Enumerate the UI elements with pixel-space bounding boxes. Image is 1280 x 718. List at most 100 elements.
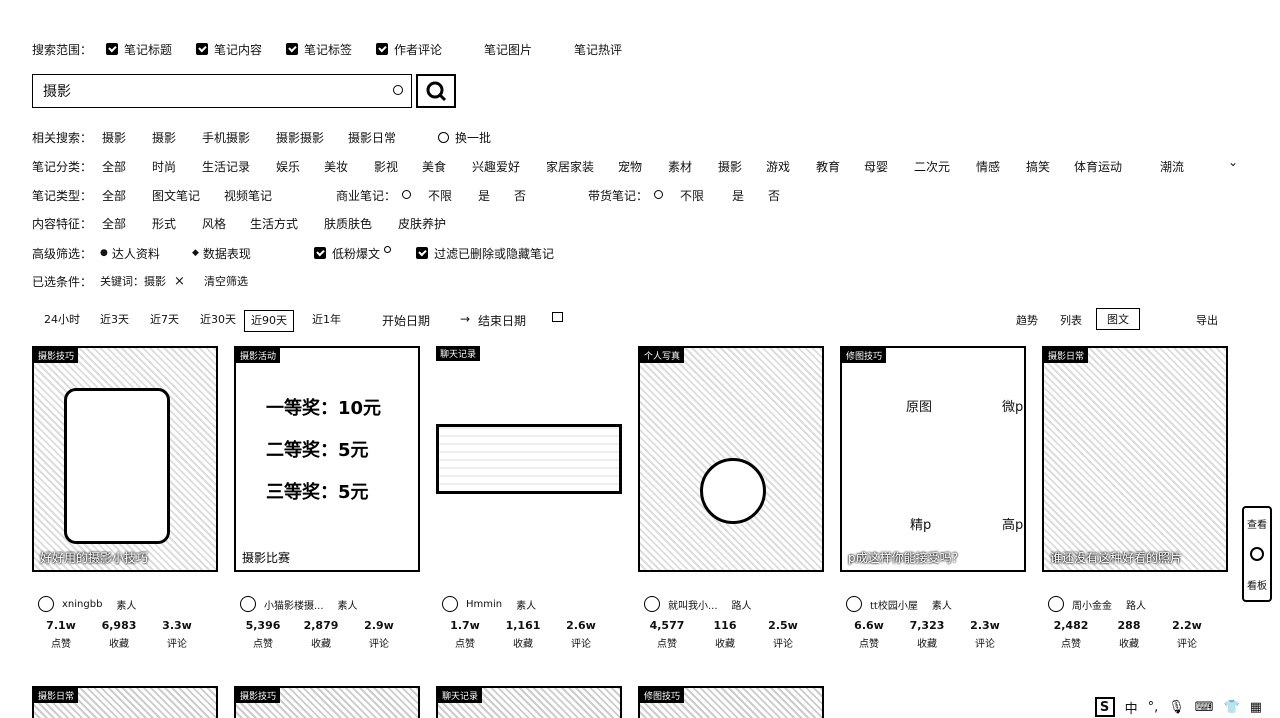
category-item[interactable]: 全部: [102, 158, 126, 175]
feature-item[interactable]: 形式: [152, 215, 176, 232]
author-info[interactable]: tt校园小屋 素人: [846, 596, 952, 612]
microphone-icon[interactable]: 🎙: [1168, 700, 1185, 715]
category-item[interactable]: 家居家装: [546, 158, 594, 175]
scope-title-checkbox[interactable]: 笔记标题: [106, 41, 172, 58]
view-trend-button[interactable]: 趋势: [1016, 312, 1038, 328]
note-thumbnail[interactable]: 聊天记录: [436, 686, 622, 718]
scope-content-checkbox[interactable]: 笔记内容: [196, 41, 262, 58]
note-thumbnail[interactable]: 摄影日常: [32, 686, 218, 718]
goods-option[interactable]: 是: [732, 187, 744, 204]
time-tab[interactable]: 近1年: [306, 310, 347, 330]
commercial-option[interactable]: 否: [514, 187, 526, 204]
feature-item[interactable]: 皮肤养护: [398, 215, 446, 232]
scope-hot-comment-option[interactable]: 笔记热评: [574, 41, 622, 58]
time-tab[interactable]: 近7天: [144, 310, 185, 330]
start-date-input[interactable]: 开始日期: [382, 312, 430, 329]
side-tool-board[interactable]: 看板: [1247, 577, 1267, 592]
related-item[interactable]: 摄影: [102, 129, 126, 146]
export-button[interactable]: 导出: [1196, 312, 1218, 328]
search-button[interactable]: [416, 74, 456, 108]
related-item[interactable]: 摄影日常: [348, 129, 396, 146]
category-item[interactable]: 兴趣爱好: [472, 158, 520, 175]
view-grid-button[interactable]: 图文: [1096, 308, 1140, 330]
feature-item[interactable]: 生活方式: [250, 215, 298, 232]
note-thumbnail[interactable]: 个人写真: [638, 346, 824, 572]
refresh-button[interactable]: 换一批: [438, 129, 491, 146]
category-item[interactable]: 潮流: [1160, 158, 1184, 175]
side-toolbar[interactable]: 查看 看板: [1242, 506, 1272, 602]
category-item[interactable]: 影视: [374, 158, 398, 175]
note-thumbnail[interactable]: 摄影日常 谁还没有这种好看的照片: [1042, 346, 1228, 572]
author-info[interactable]: xningbb 素人: [38, 596, 136, 612]
goods-option[interactable]: 否: [768, 187, 780, 204]
note-card[interactable]: 修图技巧 原图 微p 精p 高p p成这样你能接受吗？ tt校园小屋 素人 6.6…: [840, 346, 1026, 650]
time-tab[interactable]: 近3天: [94, 310, 135, 330]
category-item[interactable]: 生活记录: [202, 158, 250, 175]
category-item[interactable]: 二次元: [914, 158, 950, 175]
time-tab-active[interactable]: 近90天: [244, 310, 294, 332]
clear-icon[interactable]: [393, 85, 403, 95]
author-info[interactable]: 周小金金 路人: [1048, 596, 1146, 612]
note-thumbnail[interactable]: 修图技巧 原图 微p 精p 高p p成这样你能接受吗？: [840, 346, 1026, 572]
talent-filter[interactable]: ● 达人资料: [100, 245, 160, 262]
clear-filter-button[interactable]: 清空筛选: [204, 273, 248, 289]
related-item[interactable]: 摄影摄影: [276, 129, 324, 146]
feature-item[interactable]: 肤质肤色: [324, 215, 372, 232]
type-item[interactable]: 视频笔记: [224, 187, 272, 204]
search-input[interactable]: 摄影: [32, 74, 412, 108]
type-item[interactable]: 全部: [102, 187, 126, 204]
ime-lang-toggle[interactable]: 中: [1125, 698, 1138, 717]
ime-toolbar[interactable]: S 中 °, 🎙 ⌨ 👕 ▦: [1094, 696, 1262, 718]
note-thumbnail[interactable]: 聊天记录: [436, 346, 622, 572]
grid-icon[interactable]: ▦: [1250, 700, 1262, 715]
category-item[interactable]: 游戏: [766, 158, 790, 175]
scope-tags-checkbox[interactable]: 笔记标签: [286, 41, 352, 58]
close-icon[interactable]: ×: [174, 274, 185, 289]
note-card[interactable]: 摄影技巧 好好用的摄影小技巧 xningbb 素人 7.1w 点赞 6,983 收藏 …: [32, 346, 218, 650]
calendar-icon[interactable]: [552, 312, 563, 322]
data-filter[interactable]: ◆ 数据表现: [192, 245, 251, 262]
commercial-option[interactable]: 是: [478, 187, 490, 204]
note-thumbnail[interactable]: 修图技巧: [638, 686, 824, 718]
time-tab[interactable]: 24小时: [38, 310, 86, 330]
type-item[interactable]: 图文笔记: [152, 187, 200, 204]
category-item[interactable]: 美妆: [324, 158, 348, 175]
category-item[interactable]: 母婴: [864, 158, 888, 175]
keyboard-icon[interactable]: ⌨: [1195, 700, 1214, 715]
author-info[interactable]: 小猫影楼摄... 素人: [240, 596, 358, 612]
view-list-button[interactable]: 列表: [1060, 312, 1082, 328]
low-fans-checkbox[interactable]: 低粉爆文: [314, 245, 392, 262]
category-item[interactable]: 体育运动: [1074, 158, 1122, 175]
feature-item[interactable]: 全部: [102, 215, 126, 232]
goods-option[interactable]: 不限: [680, 187, 704, 204]
scope-image-option[interactable]: 笔记图片: [484, 41, 532, 58]
note-thumbnail[interactable]: 摄影技巧 好好用的摄影小技巧: [32, 346, 218, 572]
note-thumbnail[interactable]: 摄影技巧: [234, 686, 420, 718]
category-item[interactable]: 情感: [976, 158, 1000, 175]
chevron-down-icon[interactable]: ⌄: [1228, 155, 1238, 169]
category-item[interactable]: 时尚: [152, 158, 176, 175]
category-item[interactable]: 教育: [816, 158, 840, 175]
author-info[interactable]: 就叫我小... 路人: [644, 596, 752, 612]
time-tab[interactable]: 近30天: [194, 310, 242, 330]
category-item[interactable]: 摄影: [718, 158, 742, 175]
category-item[interactable]: 美食: [422, 158, 446, 175]
scope-author-comment-checkbox[interactable]: 作者评论: [376, 41, 442, 58]
side-tool-view[interactable]: 查看: [1247, 516, 1267, 531]
author-info[interactable]: Hmmin 素人: [442, 596, 536, 612]
note-card[interactable]: 摄影活动 一等奖：10元 二等奖：5元 三等奖：5元 摄影比赛 小猫影楼摄...…: [234, 346, 420, 650]
feature-item[interactable]: 风格: [202, 215, 226, 232]
note-card[interactable]: 摄影日常 谁还没有这种好看的照片 周小金金 路人 2,482 点赞 288 收藏 2.…: [1042, 346, 1228, 650]
related-item[interactable]: 手机摄影: [202, 129, 250, 146]
category-item[interactable]: 搞笑: [1026, 158, 1050, 175]
filter-deleted-checkbox[interactable]: 过滤已删除或隐藏笔记: [416, 245, 554, 262]
category-item[interactable]: 宠物: [618, 158, 642, 175]
skin-icon[interactable]: 👕: [1224, 700, 1240, 715]
commercial-option[interactable]: 不限: [428, 187, 452, 204]
punctuation-icon[interactable]: °,: [1148, 700, 1159, 715]
note-thumbnail[interactable]: 摄影活动 一等奖：10元 二等奖：5元 三等奖：5元 摄影比赛: [234, 346, 420, 572]
end-date-input[interactable]: 结束日期: [478, 312, 526, 329]
note-card[interactable]: 个人写真 就叫我小... 路人 4,577 点赞 116 收藏 2.5w 评论: [638, 346, 824, 650]
ime-logo-icon[interactable]: S: [1094, 697, 1115, 717]
note-card[interactable]: 聊天记录 Hmmin 素人 1.7w 点赞 1,161 收藏 2.6w 评论: [436, 346, 622, 650]
